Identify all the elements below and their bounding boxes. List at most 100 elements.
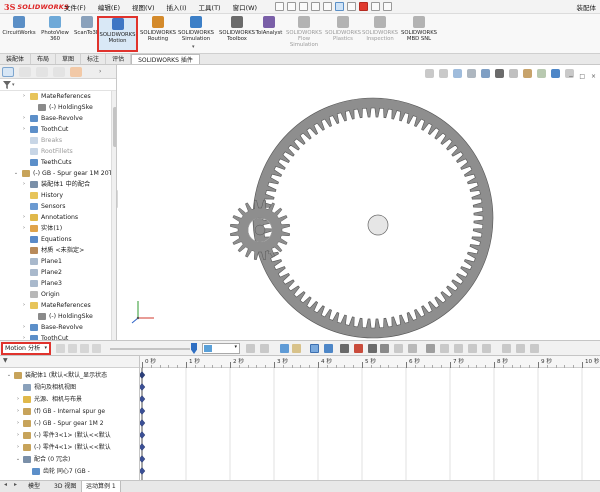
timeline-key-point[interactable] — [140, 419, 146, 427]
bottom-tab-2[interactable]: 运动算例 1 — [81, 481, 121, 492]
expand-arrow-icon[interactable]: › — [21, 223, 27, 234]
tab-0[interactable]: 装配体 — [0, 54, 32, 64]
filter-funnel-icon[interactable] — [3, 80, 11, 89]
tab-2[interactable]: 草图 — [56, 54, 82, 64]
inspection-button[interactable]: SOLIDWORKS Inspection — [362, 16, 398, 52]
tree-item[interactable]: History — [0, 190, 116, 201]
tab-1[interactable]: 布局 — [31, 54, 57, 64]
tree-item[interactable]: (-) HoldingSke — [0, 311, 116, 322]
calculate-icon[interactable] — [56, 344, 65, 353]
tab-5[interactable]: SOLIDWORKS 插件 — [131, 54, 200, 64]
expand-arrow-icon[interactable]: › — [21, 124, 27, 135]
print-icon[interactable] — [311, 2, 321, 11]
toolbox-button[interactable]: SOLIDWORKS Toolbox — [219, 16, 255, 52]
expand-arrow-icon[interactable]: › — [15, 430, 21, 441]
photoview-360-button[interactable]: PhotoView 360 — [38, 16, 72, 52]
tree-item[interactable]: Plane2 — [0, 267, 116, 278]
tree-item[interactable]: 材质 <未指定> — [0, 245, 116, 256]
plastics-button[interactable]: SOLIDWORKS Plastics — [325, 16, 361, 52]
dimxpert-tab-icon[interactable] — [53, 66, 65, 77]
menu-item[interactable]: 插入(I) — [167, 2, 187, 12]
animation-wizard-icon[interactable] — [260, 344, 269, 353]
undo-icon[interactable] — [323, 2, 333, 11]
new-file-icon[interactable] — [275, 2, 285, 11]
select-pointer-icon[interactable] — [335, 2, 345, 11]
tab-4[interactable]: 评估 — [106, 54, 132, 64]
solidworks-motion-button[interactable]: SOLIDWORKS Motion — [97, 16, 138, 52]
motion-tree-item[interactable]: ⌄ 配合 (0 冗余) — [0, 454, 139, 465]
collapse-arrow-icon[interactable]: ⌄ — [15, 454, 21, 465]
ribbon-more-caret-icon[interactable]: ▾ — [192, 44, 195, 50]
play-icon[interactable] — [80, 344, 89, 353]
timeline-key-point[interactable] — [140, 467, 146, 475]
playback-slider-knob[interactable] — [191, 343, 197, 354]
tab-3[interactable]: 标注 — [81, 54, 107, 64]
zoom-timeline-in-icon[interactable] — [502, 344, 511, 353]
scrollbar-thumb[interactable] — [113, 107, 116, 147]
rebuild-icon[interactable] — [347, 2, 357, 11]
menu-item[interactable]: 文件(F) — [64, 2, 86, 12]
collapse-arrow-icon[interactable]: ⌄ — [13, 168, 19, 179]
tree-item[interactable]: TeethCuts — [0, 157, 116, 168]
damper-icon[interactable] — [340, 344, 349, 353]
tree-item[interactable]: › 实体(1) — [0, 223, 116, 234]
gravity-icon[interactable] — [380, 344, 389, 353]
contact-icon[interactable] — [368, 344, 377, 353]
motion-tree-item[interactable]: › (-) 零件4<1> (默认<<默认 — [0, 442, 139, 453]
scroll-tabs-left-icon[interactable]: ◂ — [4, 481, 7, 488]
playback-mode-dropdown[interactable]: ▾ — [202, 343, 240, 354]
mbd-snl-button[interactable]: SOLIDWORKS MBD SNL — [401, 16, 437, 52]
tree-item[interactable]: Plane3 — [0, 278, 116, 289]
tree-item[interactable]: RootFillets — [0, 146, 116, 157]
menu-item[interactable]: 工具(T) — [199, 2, 221, 12]
results-icon[interactable] — [426, 344, 435, 353]
motion-tree-item[interactable]: 齿轮 同心7 (GB - — [0, 466, 139, 477]
filter-driving-icon[interactable] — [454, 344, 463, 353]
add-update-key-icon[interactable] — [292, 344, 301, 353]
motion-tree-item[interactable]: › 光源、相机与布景 — [0, 394, 139, 405]
expand-arrow-icon[interactable]: › — [15, 418, 21, 429]
tolanalyst-button[interactable]: TolAnalyst — [255, 16, 283, 52]
tree-item[interactable]: Origin — [0, 289, 116, 300]
timeline-key-point[interactable] — [140, 455, 146, 463]
filter-results-icon[interactable] — [482, 344, 491, 353]
tree-item[interactable]: › Annotations — [0, 212, 116, 223]
configuration-manager-tab-icon[interactable] — [36, 66, 48, 77]
flow-simulation-button[interactable]: SOLIDWORKS Flow Simulation — [285, 16, 323, 52]
solidworks-logo[interactable]: 3S SOLIDWORKS — [0, 2, 69, 12]
motion-study-properties-icon[interactable] — [408, 344, 417, 353]
tree-item[interactable]: › MateReferences — [0, 91, 116, 102]
tree-item[interactable]: › Base-Revolve — [0, 322, 116, 333]
graphics-area[interactable]: − □ × — [118, 65, 600, 340]
bottom-tab-1[interactable]: 3D 视图 — [50, 481, 80, 492]
save-icon[interactable] — [299, 2, 309, 11]
open-file-icon[interactable] — [287, 2, 297, 11]
tree-item[interactable]: › Base-Revolve — [0, 113, 116, 124]
stop-icon[interactable] — [92, 344, 101, 353]
expand-arrow-icon[interactable]: › — [15, 406, 21, 417]
expand-arrow-icon[interactable]: › — [21, 322, 27, 333]
expand-arrow-icon[interactable]: › — [21, 333, 27, 340]
scroll-tabs-right-icon[interactable]: ▸ — [14, 481, 17, 488]
timeline-key-point[interactable] — [140, 443, 146, 451]
motion-tree-item[interactable]: › (-) 零件3<1> (默认<<默认 — [0, 430, 139, 441]
circuitworks-button[interactable]: CircuitWorks — [2, 16, 36, 52]
timeline-key-point[interactable] — [140, 431, 146, 439]
tree-item[interactable]: › 装配体1 中的配合 — [0, 179, 116, 190]
zoom-to-fit-timeline-icon[interactable] — [530, 344, 539, 353]
filter-funnel-icon[interactable]: ▼ — [3, 357, 8, 364]
autokey-icon[interactable] — [280, 344, 289, 353]
spur-pinion-gear[interactable] — [229, 199, 291, 261]
filter-animated-icon[interactable] — [440, 344, 449, 353]
bottom-tab-0[interactable]: 模型 — [24, 481, 44, 492]
timeline-grid[interactable]: 0 秒1 秒2 秒3 秒4 秒5 秒6 秒7 秒8 秒9 秒 10 秒 — [140, 356, 600, 480]
timeline-key-point[interactable] — [140, 371, 146, 379]
expand-arrow-icon[interactable]: › — [21, 91, 27, 102]
menu-item[interactable]: 编辑(E) — [98, 2, 120, 12]
expand-arrow-icon[interactable]: › — [15, 442, 21, 453]
tree-item[interactable]: Breaks — [0, 135, 116, 146]
tree-item[interactable]: Sensors — [0, 201, 116, 212]
expand-arrow-icon[interactable]: › — [21, 212, 27, 223]
routing-button[interactable]: SOLIDWORKS Routing — [140, 16, 176, 52]
tree-item[interactable]: › MateReferences — [0, 300, 116, 311]
